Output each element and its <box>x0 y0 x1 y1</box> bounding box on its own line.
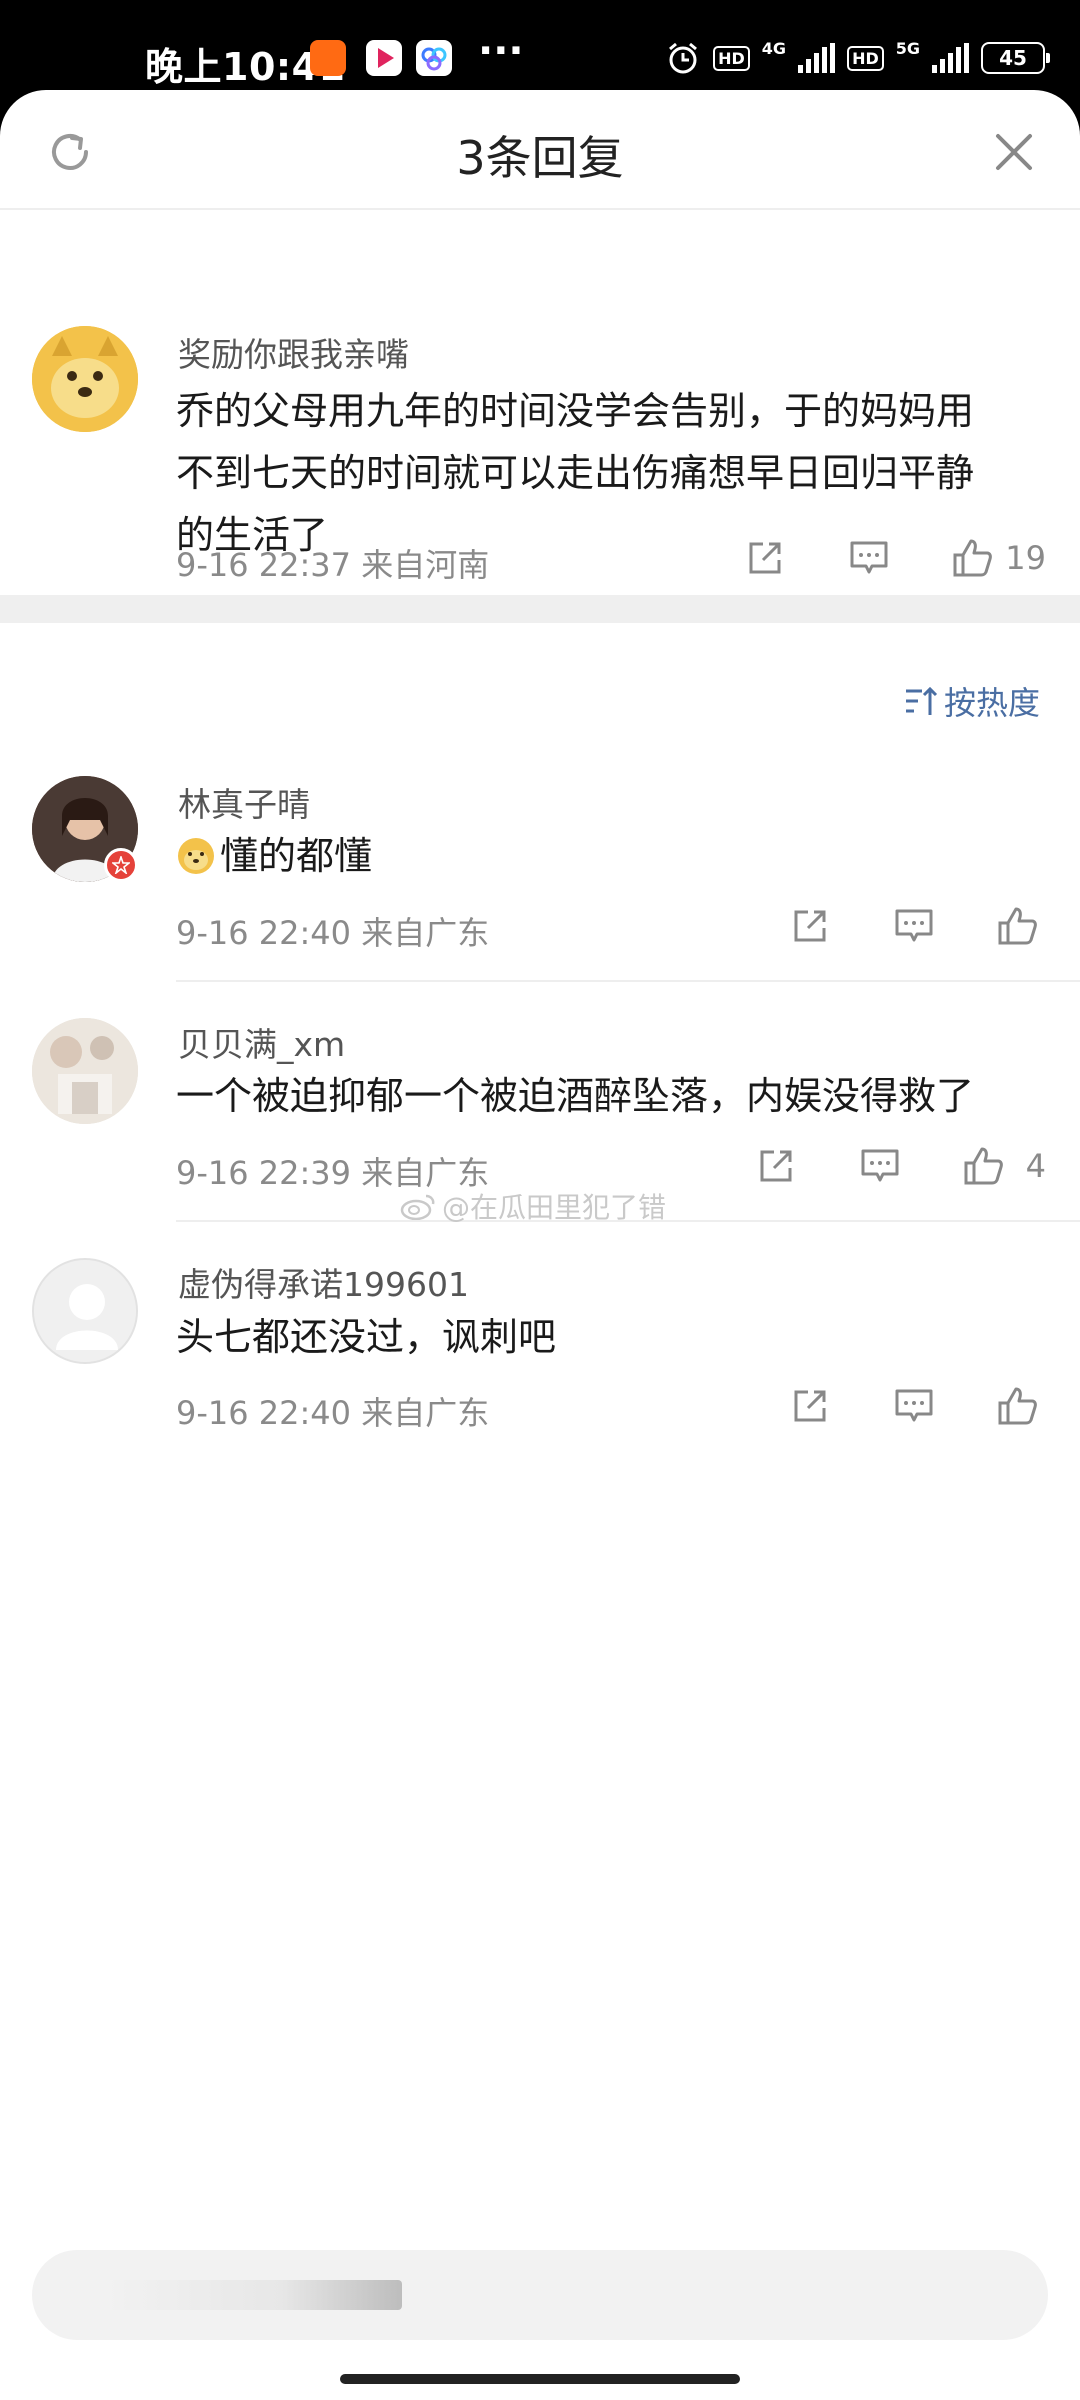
reply-username[interactable]: 虚伪得承诺199601 <box>178 1258 469 1306</box>
reply-actions: 4 <box>748 1138 1046 1194</box>
reply-separator <box>176 980 1080 982</box>
like-icon[interactable] <box>990 898 1046 954</box>
sort-label: 按热度 <box>943 684 1040 722</box>
signal-icon-2 <box>932 43 969 73</box>
network-type-2: 5G <box>895 38 920 58</box>
comment-username[interactable]: 奖励你跟我亲嘴 <box>178 328 409 376</box>
share-icon[interactable] <box>737 530 793 586</box>
watermark-text: @在瓜田里犯了错 <box>442 1191 667 1224</box>
comment-meta: 9-16 22:37 来自河南 <box>176 546 490 584</box>
reply-text: 懂的都懂 <box>220 834 373 878</box>
reply-input-placeholder <box>102 2280 402 2310</box>
sheet-title: 3条回复 <box>456 131 624 185</box>
replies-sheet: 3条回复 奖励你跟我亲嘴 乔的父母用九年的时间没学会告别，于的妈妈用 不到七天的… <box>0 90 1080 2400</box>
alarm-icon <box>669 42 698 74</box>
like-count: 4 <box>1025 1147 1046 1185</box>
more-notifications-icon: ··· <box>478 28 524 74</box>
reply-text: 头七都还没过，讽刺吧 <box>176 1315 557 1359</box>
status-right: HD 4G HD 5G 45 <box>665 38 1050 76</box>
sheet-header: 3条回复 <box>0 90 1080 210</box>
section-divider <box>0 595 1080 623</box>
reply-text: 一个被迫抑郁一个被迫酒醉坠落，内娱没得救了 <box>176 1074 975 1118</box>
like-count: 19 <box>1005 539 1046 577</box>
reply-text-row: 懂的都懂 <box>176 825 372 887</box>
doge-emoji-icon <box>178 838 214 874</box>
main-comment: 奖励你跟我亲嘴 乔的父母用九年的时间没学会告别，于的妈妈用 不到七天的时间就可以… <box>0 210 1080 584</box>
avatar[interactable] <box>32 1018 138 1124</box>
app-58-icon <box>310 40 346 76</box>
home-indicator[interactable] <box>340 2374 740 2384</box>
weibo-logo-icon <box>400 1194 435 1220</box>
hd-badge: HD <box>713 45 750 71</box>
sort-toggle[interactable]: 按热度 <box>904 678 1040 724</box>
comment-icon[interactable] <box>886 1378 942 1434</box>
battery-level: 45 <box>981 42 1045 74</box>
share-icon[interactable] <box>782 1378 838 1434</box>
reply-username[interactable]: 贝贝满_xm <box>178 1018 345 1066</box>
comment-icon[interactable] <box>852 1138 908 1194</box>
reply-actions <box>782 1378 1046 1434</box>
avatar[interactable] <box>32 1258 138 1364</box>
reply-username[interactable]: 林真子晴 <box>178 778 310 826</box>
comment-line: 不到七天的时间就可以走出伤痛想早日回归平静 <box>176 451 975 495</box>
close-icon[interactable] <box>988 126 1040 178</box>
reply-meta: 9-16 22:40 来自广东 <box>176 1394 490 1432</box>
reply-actions <box>782 898 1046 954</box>
reply-input[interactable] <box>32 2250 1048 2340</box>
like-icon[interactable] <box>956 1138 1012 1194</box>
play-store-icon <box>366 40 402 76</box>
share-icon[interactable] <box>782 898 838 954</box>
like-icon[interactable] <box>990 1378 1046 1434</box>
like-icon[interactable] <box>945 530 1001 586</box>
cloud-app-icon <box>416 40 452 76</box>
default-avatar-icon <box>34 1260 136 1362</box>
comment-icon[interactable] <box>841 530 897 586</box>
vip-badge-icon <box>104 848 138 882</box>
battery-icon: 45 <box>981 42 1050 74</box>
comment-actions: 19 <box>737 530 1046 586</box>
comment-line: 乔的父母用九年的时间没学会告别，于的妈妈用 <box>176 389 975 433</box>
hd-badge-2: HD <box>847 45 884 71</box>
reply-meta: 9-16 22:40 来自广东 <box>176 914 490 952</box>
share-icon[interactable] <box>748 1138 804 1194</box>
avatar[interactable] <box>32 326 138 432</box>
signal-icon <box>798 43 836 73</box>
wedding-photo-icon <box>32 1018 138 1124</box>
comment-icon[interactable] <box>886 898 942 954</box>
doge-avatar-icon <box>32 326 138 432</box>
network-type: 4G <box>761 38 787 58</box>
watermark: @在瓜田里犯了错 <box>400 1186 666 1226</box>
sort-icon <box>905 686 938 715</box>
